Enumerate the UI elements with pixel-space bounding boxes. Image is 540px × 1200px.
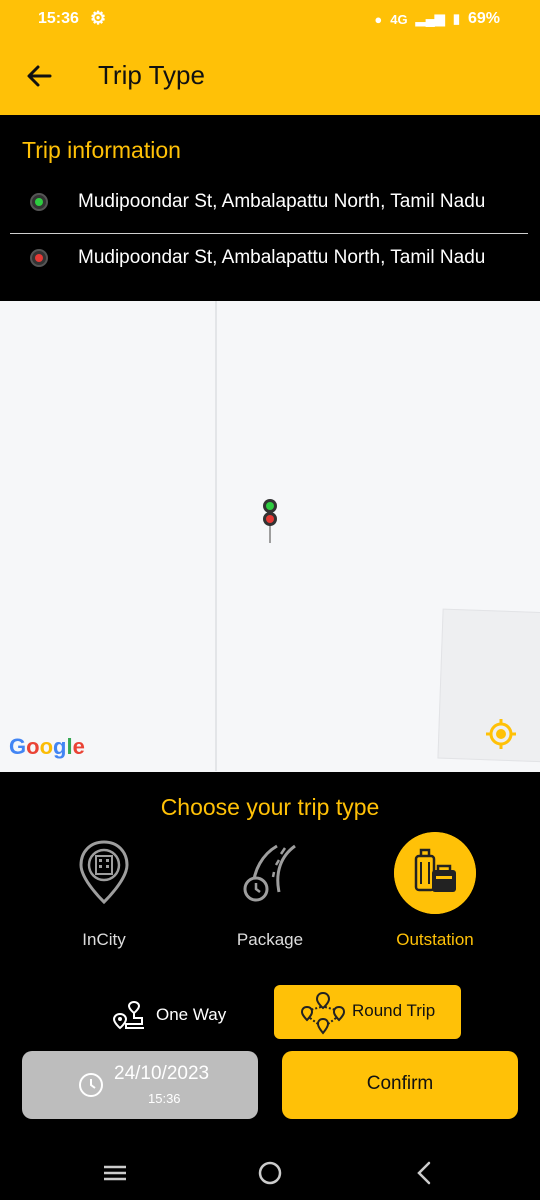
one-way-button[interactable]: One Way	[112, 998, 226, 1032]
drop-address: Mudipoondar St, Ambalapattu North, Tamil…	[78, 247, 486, 268]
page-title: Trip Type	[98, 60, 205, 90]
luggage-icon	[394, 832, 476, 914]
trip-type-panel: Choose your trip type InCity Package Out…	[0, 772, 540, 1200]
drop-location[interactable]: Mudipoondar St, Ambalapattu North, Tamil…	[0, 239, 540, 279]
trip-type-label: Package	[236, 930, 304, 949]
one-way-label: One Way	[156, 1005, 227, 1024]
back-arrow-icon[interactable]	[22, 58, 58, 94]
building-pin-icon	[79, 840, 129, 905]
route-marker-icon	[263, 499, 277, 543]
google-logo: Google	[9, 734, 85, 759]
home-icon[interactable]	[255, 1158, 285, 1188]
trip-type-outstation[interactable]: Outstation	[375, 832, 495, 952]
trip-type-incity[interactable]: InCity	[44, 832, 164, 952]
route-pins-icon	[112, 1000, 144, 1030]
signal-icon: ▂▄▆	[415, 11, 445, 26]
recent-apps-icon[interactable]	[100, 1158, 130, 1188]
clock-icon	[79, 1073, 103, 1097]
trip-type-label: InCity	[82, 930, 126, 949]
trip-type-label: Outstation	[396, 930, 474, 949]
schedule-date: 24/10/2023	[114, 1063, 210, 1084]
network-type: 4G	[390, 11, 408, 27]
battery-percent: 69%	[467, 10, 500, 27]
status-icons: ● 4G ▂▄▆ ▮ 69%	[374, 10, 500, 28]
status-bar: 15:36 ⚙ ● 4G ▂▄▆ ▮ 69%	[0, 0, 540, 40]
road-clock-icon	[243, 844, 296, 902]
schedule-time: 15:36	[148, 1091, 181, 1106]
drop-dot-icon	[30, 249, 48, 267]
choose-trip-heading: Choose your trip type	[160, 794, 380, 820]
trip-type-package[interactable]: Package	[210, 832, 330, 952]
app-bar: Trip Type	[0, 40, 540, 115]
confirm-button[interactable]: Confirm	[282, 1051, 518, 1119]
location-divider	[10, 233, 528, 234]
location-icon: ●	[374, 11, 383, 27]
back-nav-icon[interactable]	[410, 1158, 440, 1188]
schedule-datetime-button[interactable]: 24/10/2023 15:36	[22, 1051, 258, 1119]
system-nav-bar	[0, 1150, 540, 1200]
round-trip-button[interactable]: Round Trip	[274, 985, 461, 1039]
battery-icon: ▮	[452, 11, 460, 26]
multi-pin-route-icon	[300, 991, 346, 1035]
map-view[interactable]: Google	[0, 301, 540, 772]
trip-info-panel: Trip information Mudipoondar St, Ambalap…	[0, 115, 540, 301]
pickup-address: Mudipoondar St, Ambalapattu North, Tamil…	[78, 191, 486, 212]
my-location-icon[interactable]	[484, 717, 518, 751]
map-road	[215, 301, 217, 771]
trip-info-heading: Trip information	[22, 137, 181, 163]
confirm-label: Confirm	[366, 1073, 434, 1094]
round-trip-label: Round Trip	[352, 1001, 436, 1020]
pickup-location[interactable]: Mudipoondar St, Ambalapattu North, Tamil…	[0, 183, 540, 223]
settings-gear-icon: ⚙	[90, 8, 107, 28]
pickup-dot-icon	[30, 193, 48, 211]
status-time: 15:36	[38, 10, 79, 27]
